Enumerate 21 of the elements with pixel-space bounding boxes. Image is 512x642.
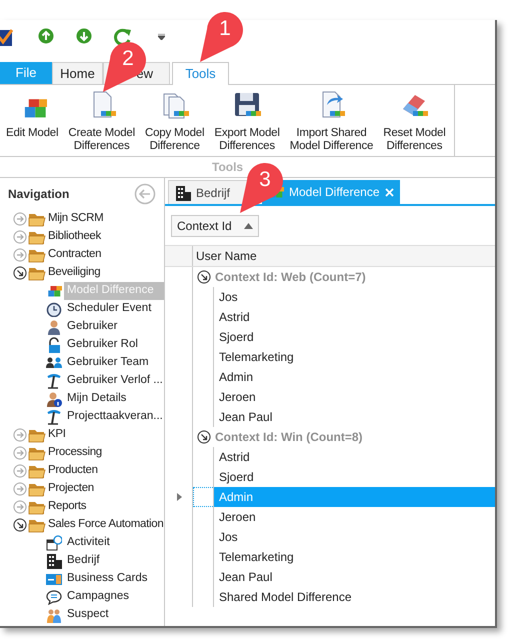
table-cell: Admin: [213, 367, 495, 387]
group-by-label: Context Id: [177, 218, 232, 234]
table-cell: Jos: [213, 527, 495, 547]
ribbon-group-label: Tools: [212, 159, 244, 176]
table-cell: Shared Model Difference: [213, 587, 495, 607]
table-cell: Telemarketing: [213, 547, 495, 567]
table-cell: Sjoerd: [213, 327, 495, 347]
navigation-title: Navigation: [8, 186, 70, 203]
table-cell: Jeroen: [213, 387, 495, 407]
table-cell: Telemarketing: [213, 347, 495, 367]
table-cell: Astrid: [213, 307, 495, 327]
callout-number: 1: [218, 17, 232, 41]
callout-number: 2: [121, 47, 135, 71]
table-cell: Jos: [213, 287, 495, 307]
table-cell: Jeroen: [213, 507, 495, 527]
table-cell: Astrid: [213, 447, 495, 467]
table-cell: Jean Paul: [213, 567, 495, 587]
group-row-header: Context Id: Win (Count=8): [215, 429, 363, 446]
table-cell: Jean Paul: [213, 407, 495, 427]
table-cell: Admin: [213, 487, 495, 507]
group-row-header: Context Id: Web (Count=7): [215, 269, 366, 286]
